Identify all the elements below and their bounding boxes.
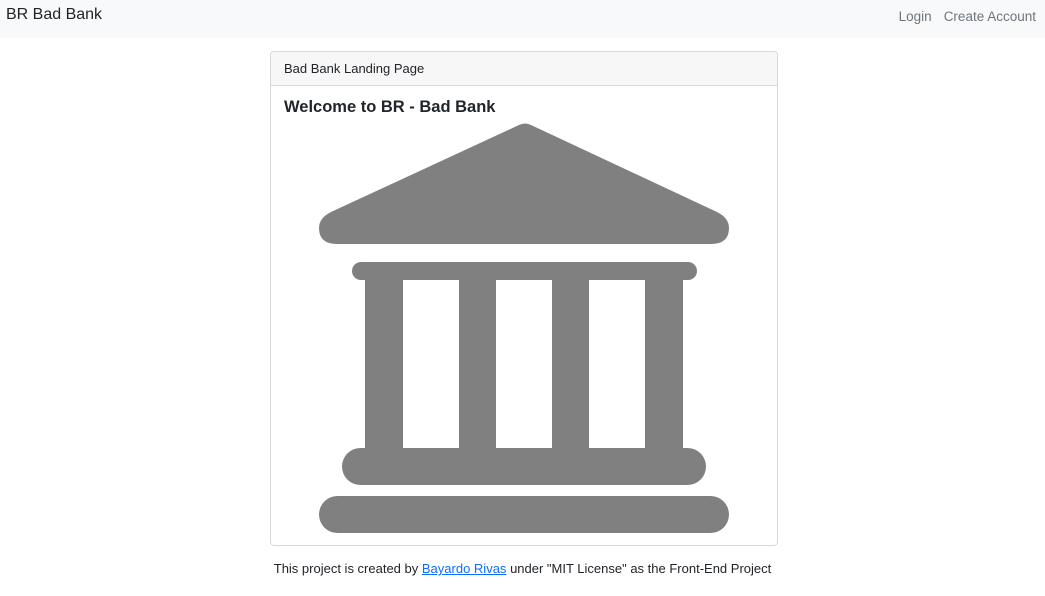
footer-prefix: This project is created by [273, 561, 419, 576]
column-3 [552, 272, 589, 472]
bank-icon [319, 123, 729, 533]
footer-suffix: under "MIT License" as the Front-End Pro… [510, 561, 772, 576]
column-1 [365, 272, 403, 472]
create-account-link[interactable]: Create Account [944, 9, 1036, 24]
landing-card: Bad Bank Landing Page Welcome to BR - Ba… [270, 51, 778, 546]
login-link[interactable]: Login [899, 9, 932, 24]
roof-shape [319, 123, 729, 244]
footer: This project is created by Bayardo Rivas… [0, 561, 1045, 576]
navbar: BR Bad Bank Login Create Account [0, 0, 1045, 38]
ground-bar [319, 496, 729, 533]
column-2 [459, 272, 496, 472]
card-title: Welcome to BR - Bad Bank [284, 98, 496, 116]
brand-link[interactable]: BR Bad Bank [6, 6, 102, 24]
base-bar [342, 448, 706, 485]
card-header: Bad Bank Landing Page [271, 52, 777, 86]
author-link[interactable]: Bayardo Rivas [422, 561, 507, 576]
nav-links: Login Create Account [899, 9, 1036, 24]
column-4 [645, 272, 683, 472]
